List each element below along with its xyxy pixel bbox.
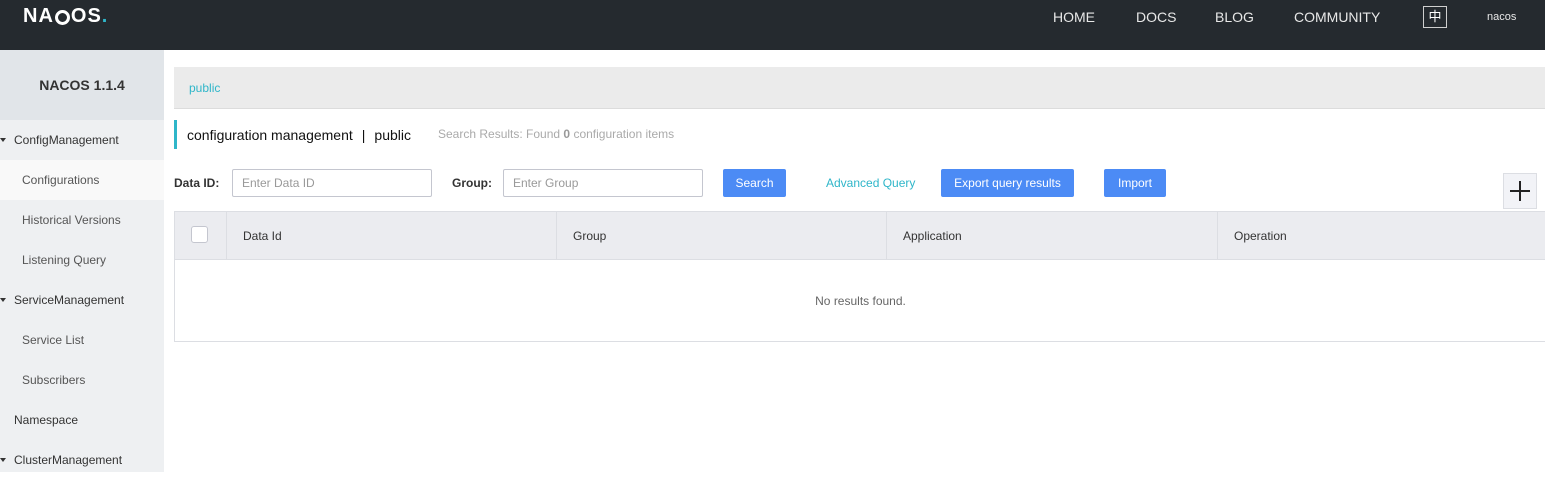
language-switch-button[interactable]: 中 (1423, 6, 1447, 28)
sidebar: NACOS 1.1.4 ConfigManagement Configurati… (0, 50, 164, 472)
nav-community[interactable]: COMMUNITY (1294, 0, 1380, 34)
data-id-label: Data ID: (174, 176, 220, 190)
caret-down-icon (0, 298, 6, 302)
page-header: configuration management | public (174, 120, 411, 149)
caret-down-icon (0, 138, 6, 142)
sidebar-item-label: ServiceManagement (14, 293, 125, 307)
nacos-logo[interactable]: NA OS. (23, 4, 108, 28)
config-table: Data Id Group Application Operation No r… (174, 211, 1545, 342)
logo-text: NA (23, 4, 54, 27)
sidebar-item-service-list[interactable]: Service List (0, 320, 164, 360)
export-query-results-button[interactable]: Export query results (941, 169, 1074, 197)
user-menu[interactable]: nacos (1487, 0, 1516, 34)
empty-state: No results found. (815, 294, 906, 308)
advanced-query-link[interactable]: Advanced Query (826, 169, 915, 197)
column-header-group[interactable]: Group (556, 212, 886, 260)
caret-down-icon (0, 458, 6, 462)
sidebar-item-historical-versions[interactable]: Historical Versions (0, 200, 164, 240)
sidebar-item-label: Service List (22, 333, 85, 347)
sidebar-item-label: ConfigManagement (14, 133, 119, 147)
sidebar-title: NACOS 1.1.4 (0, 50, 164, 120)
add-config-button[interactable] (1503, 173, 1537, 209)
sidebar-item-label: Subscribers (22, 373, 86, 387)
sidebar-item-listening-query[interactable]: Listening Query (0, 240, 164, 280)
sidebar-item-service-management[interactable]: ServiceManagement (0, 280, 164, 320)
column-header-application[interactable]: Application (886, 212, 1217, 260)
page-title: configuration management (187, 126, 353, 143)
sidebar-item-label: ClusterManagement (14, 453, 123, 467)
search-button[interactable]: Search (723, 169, 786, 197)
namespace-tab-public[interactable]: public (189, 67, 220, 109)
nav-blog[interactable]: BLOG (1215, 0, 1254, 34)
sidebar-item-label: Configurations (22, 173, 100, 187)
data-id-input[interactable] (232, 169, 432, 197)
sidebar-item-configurations[interactable]: Configurations (0, 160, 164, 200)
column-header-operation[interactable]: Operation (1217, 212, 1545, 260)
result-count: 0 (563, 127, 571, 141)
nav-docs[interactable]: DOCS (1136, 0, 1176, 34)
sidebar-item-subscribers[interactable]: Subscribers (0, 360, 164, 400)
search-result-summary: Search Results: Found 0 configuration it… (438, 127, 675, 141)
page-namespace: public (374, 126, 412, 143)
sidebar-item-config-management[interactable]: ConfigManagement (0, 120, 164, 160)
import-button[interactable]: Import (1104, 169, 1166, 197)
sidebar-item-label: Historical Versions (22, 213, 121, 227)
select-all-checkbox[interactable] (191, 226, 208, 243)
top-navbar: NA OS. HOME DOCS BLOG COMMUNITY 中 nacos (0, 0, 1545, 50)
nav-home[interactable]: HOME (1053, 0, 1095, 34)
group-input[interactable] (503, 169, 703, 197)
group-label: Group: (452, 176, 492, 190)
namespace-bar: public (174, 67, 1545, 109)
sidebar-item-cluster-management[interactable]: ClusterManagement (0, 440, 164, 480)
table-header: Data Id Group Application Operation (175, 212, 1545, 260)
sidebar-item-label: Listening Query (22, 253, 107, 267)
title-separator: | (361, 126, 366, 143)
sidebar-item-namespace[interactable]: Namespace (0, 400, 164, 440)
column-header-data-id[interactable]: Data Id (226, 212, 556, 260)
sidebar-item-label: Namespace (14, 413, 79, 427)
